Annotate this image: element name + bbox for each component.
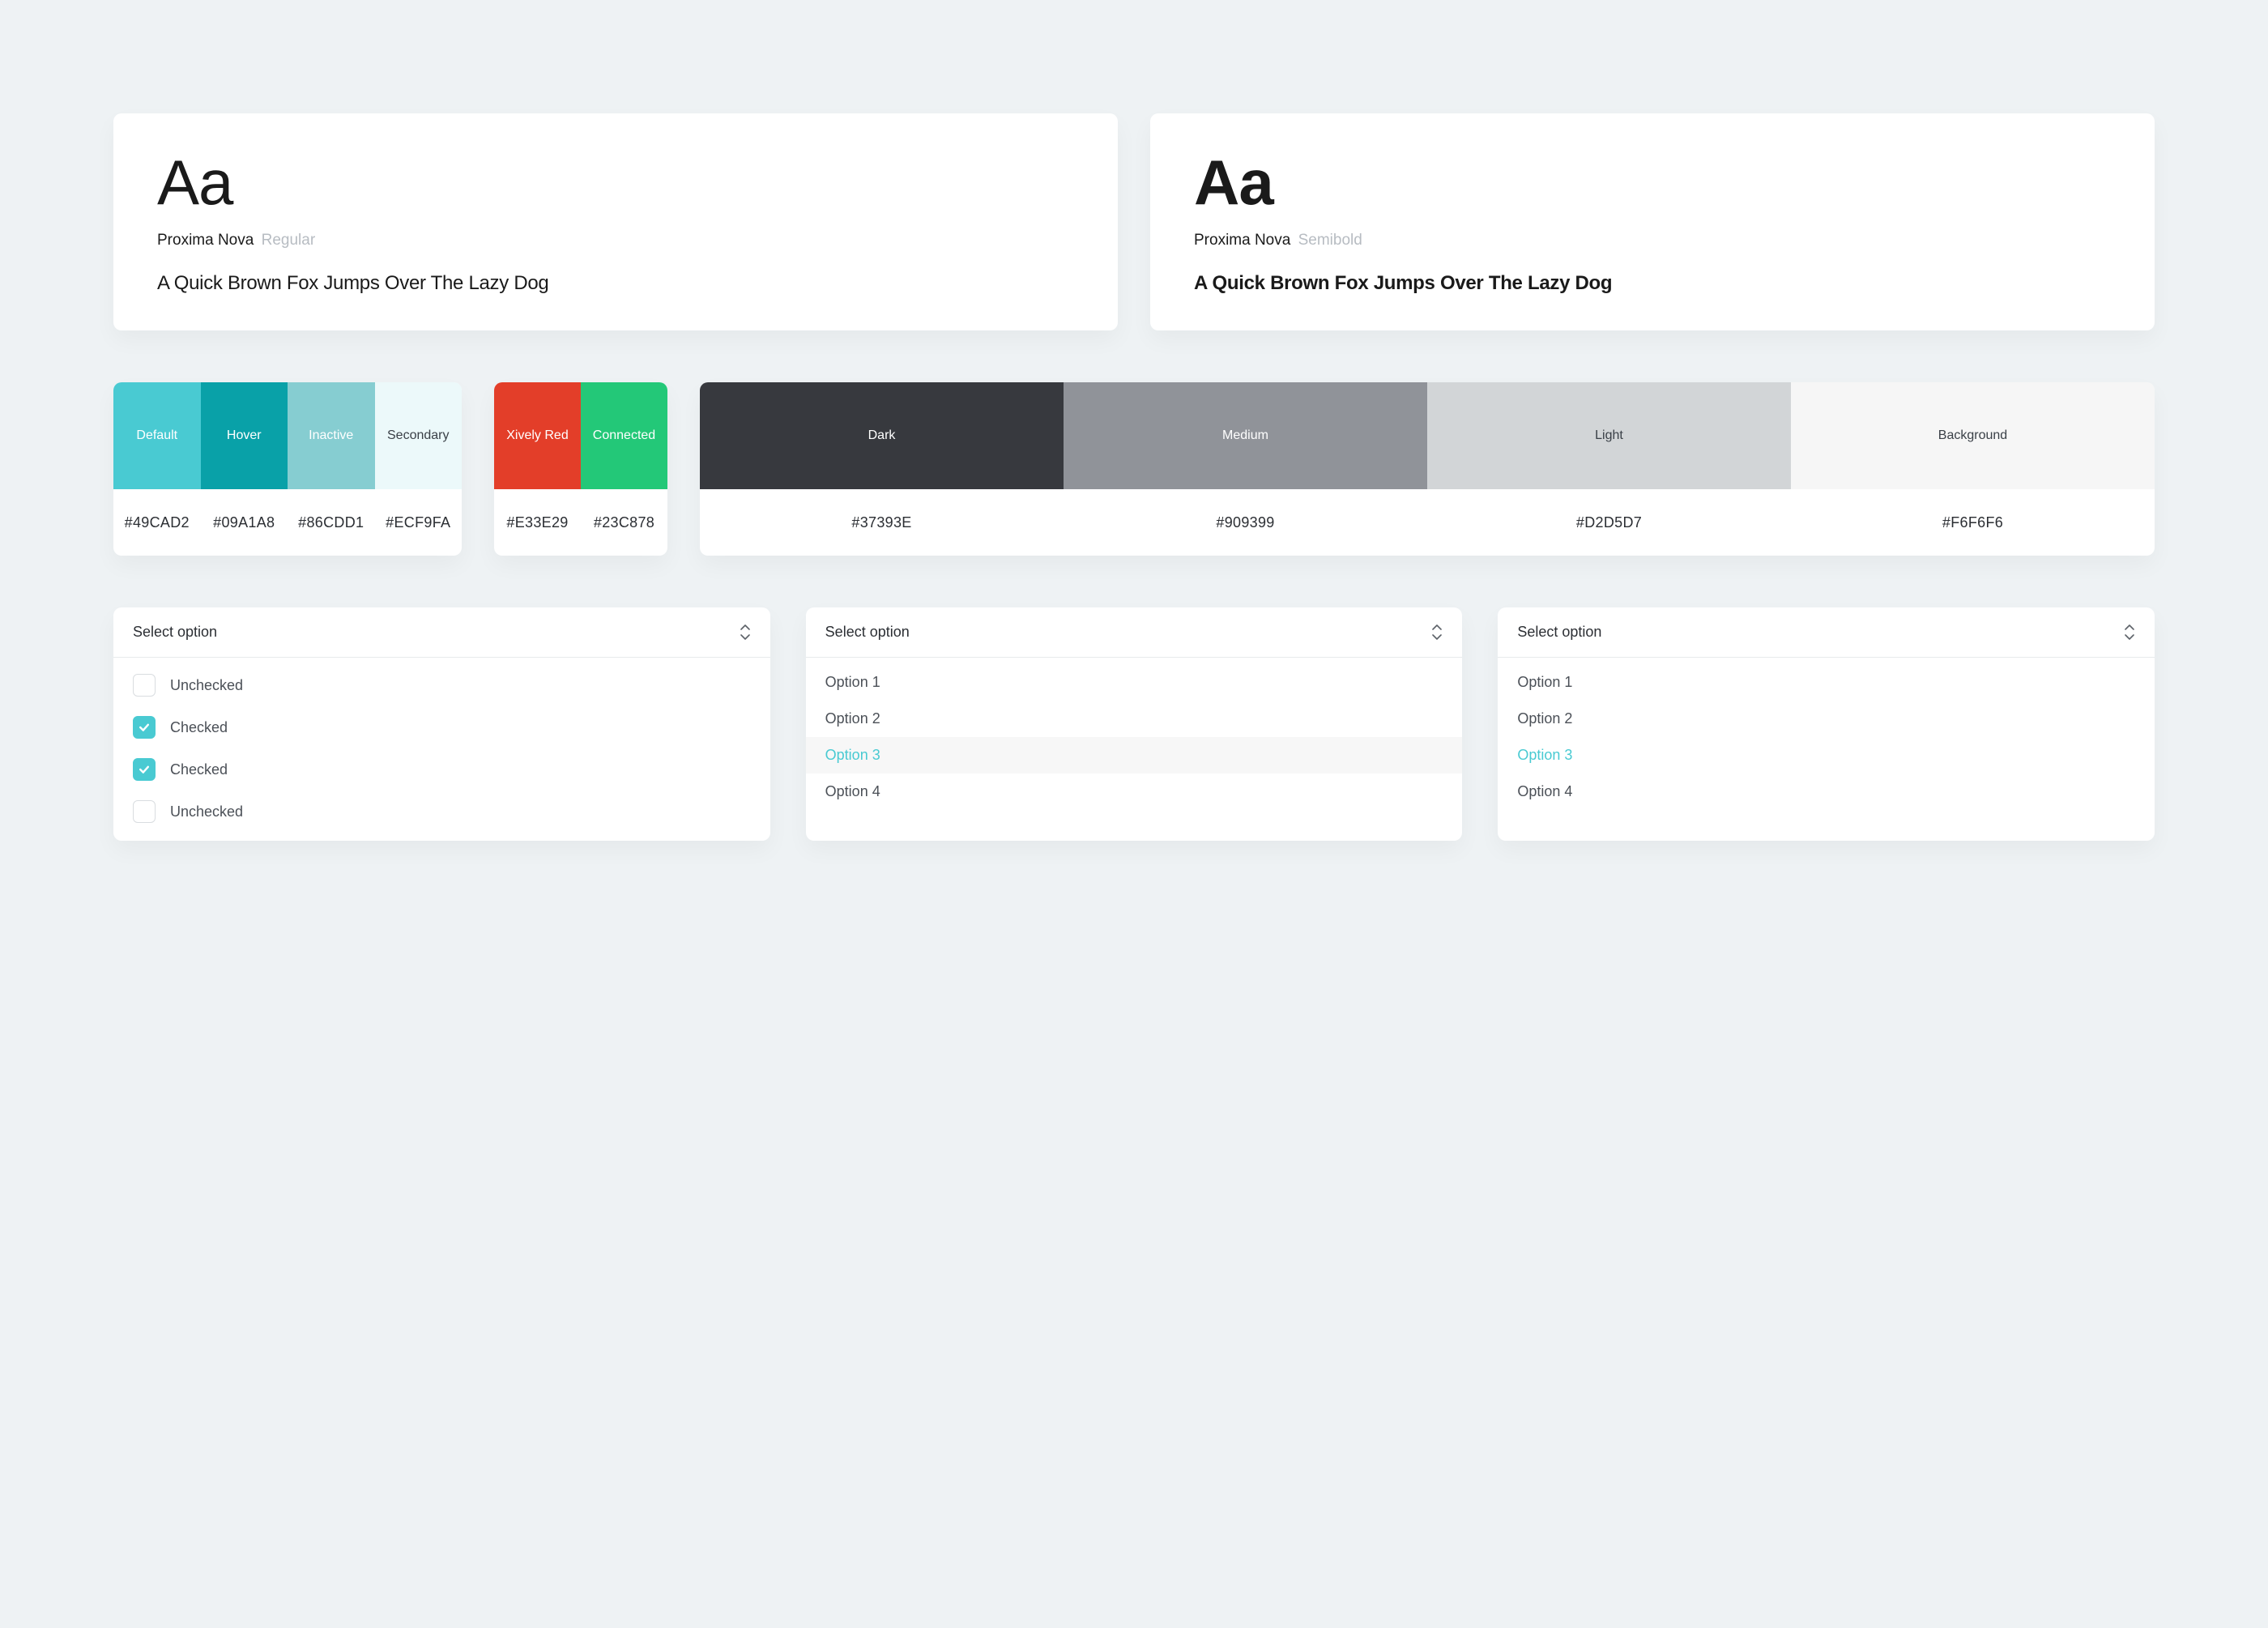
color-swatch: Secondary [375,382,463,489]
typo-pangram: A Quick Brown Fox Jumps Over The Lazy Do… [1194,272,2111,295]
dropdown-hover[interactable]: Select option Option 1Option 2Option 3Op… [806,607,1463,841]
color-hex: #F6F6F6 [1791,514,2155,531]
sort-icon [740,624,751,641]
color-hex: #ECF9FA [375,514,463,531]
typo-sample: Aa [1194,151,2111,214]
dropdown-option[interactable]: Option 2 [1498,701,2155,737]
dropdown-label: Select option [825,624,910,641]
dropdown-option[interactable]: Option 1 [806,664,1463,701]
dropdown-option[interactable]: Checked [113,706,770,748]
color-palettes-section: DefaultHoverInactiveSecondary #49CAD2#09… [113,382,2155,556]
color-hex: #E33E29 [494,514,581,531]
option-label: Checked [170,761,228,778]
option-label: Unchecked [170,803,243,820]
dropdown-option[interactable]: Checked [113,748,770,791]
checkbox[interactable] [133,800,156,823]
dropdown-option[interactable]: Option 2 [806,701,1463,737]
dropdown-option[interactable]: Option 3 [1498,737,2155,774]
color-swatch: Medium [1064,382,1427,489]
option-label: Checked [170,719,228,736]
typography-card-regular: Aa Proxima Nova Regular A Quick Brown Fo… [113,113,1118,330]
typo-family: Proxima Nova [1194,232,1290,249]
dropdown-option[interactable]: Unchecked [113,791,770,833]
dropdown-option[interactable]: Option 4 [806,774,1463,810]
color-swatch: Dark [700,382,1064,489]
typo-weight: Regular [262,232,316,249]
color-hex: #37393E [700,514,1064,531]
checkbox[interactable] [133,716,156,739]
color-hex: #909399 [1064,514,1427,531]
dropdown-header[interactable]: Select option [806,607,1463,658]
dropdown-option[interactable]: Option 3 [806,737,1463,774]
color-swatch: Light [1427,382,1791,489]
palette-status: Xively RedConnected #E33E29#23C878 [494,382,667,556]
dropdown-header[interactable]: Select option [113,607,770,658]
color-swatch: Xively Red [494,382,581,489]
dropdown-label: Select option [133,624,217,641]
sort-icon [2124,624,2135,641]
color-hex: #D2D5D7 [1427,514,1791,531]
typo-weight: Semibold [1298,232,1362,249]
typography-card-semibold: Aa Proxima Nova Semibold A Quick Brown F… [1150,113,2155,330]
color-swatch: Connected [581,382,667,489]
typo-pangram: A Quick Brown Fox Jumps Over The Lazy Do… [157,272,1074,295]
dropdown-checkbox[interactable]: Select option Unchecked Checked Checked Unc… [113,607,770,841]
checkbox[interactable] [133,674,156,697]
dropdown-label: Select option [1517,624,1601,641]
sort-icon [1431,624,1443,641]
dropdown-header[interactable]: Select option [1498,607,2155,658]
dropdown-option[interactable]: Option 4 [1498,774,2155,810]
color-hex: #86CDD1 [288,514,375,531]
dropdown-option[interactable]: Unchecked [113,664,770,706]
dropdown-selected[interactable]: Select option Option 1Option 2Option 3Op… [1498,607,2155,841]
color-swatch: Default [113,382,201,489]
option-label: Unchecked [170,677,243,694]
typography-section: Aa Proxima Nova Regular A Quick Brown Fo… [113,113,2155,330]
typo-name-row: Proxima Nova Regular [157,232,1074,249]
typo-family: Proxima Nova [157,232,254,249]
color-hex: #09A1A8 [201,514,288,531]
color-hex: #49CAD2 [113,514,201,531]
checkbox[interactable] [133,758,156,781]
color-hex: #23C878 [581,514,667,531]
color-swatch: Inactive [288,382,375,489]
color-swatch: Background [1791,382,2155,489]
typo-name-row: Proxima Nova Semibold [1194,232,2111,249]
palette-primary: DefaultHoverInactiveSecondary #49CAD2#09… [113,382,462,556]
typo-sample: Aa [157,151,1074,214]
dropdown-option[interactable]: Option 1 [1498,664,2155,701]
palette-neutral: DarkMediumLightBackground #37393E#909399… [700,382,2155,556]
color-swatch: Hover [201,382,288,489]
dropdowns-section: Select option Unchecked Checked Checked Unc… [113,607,2155,841]
